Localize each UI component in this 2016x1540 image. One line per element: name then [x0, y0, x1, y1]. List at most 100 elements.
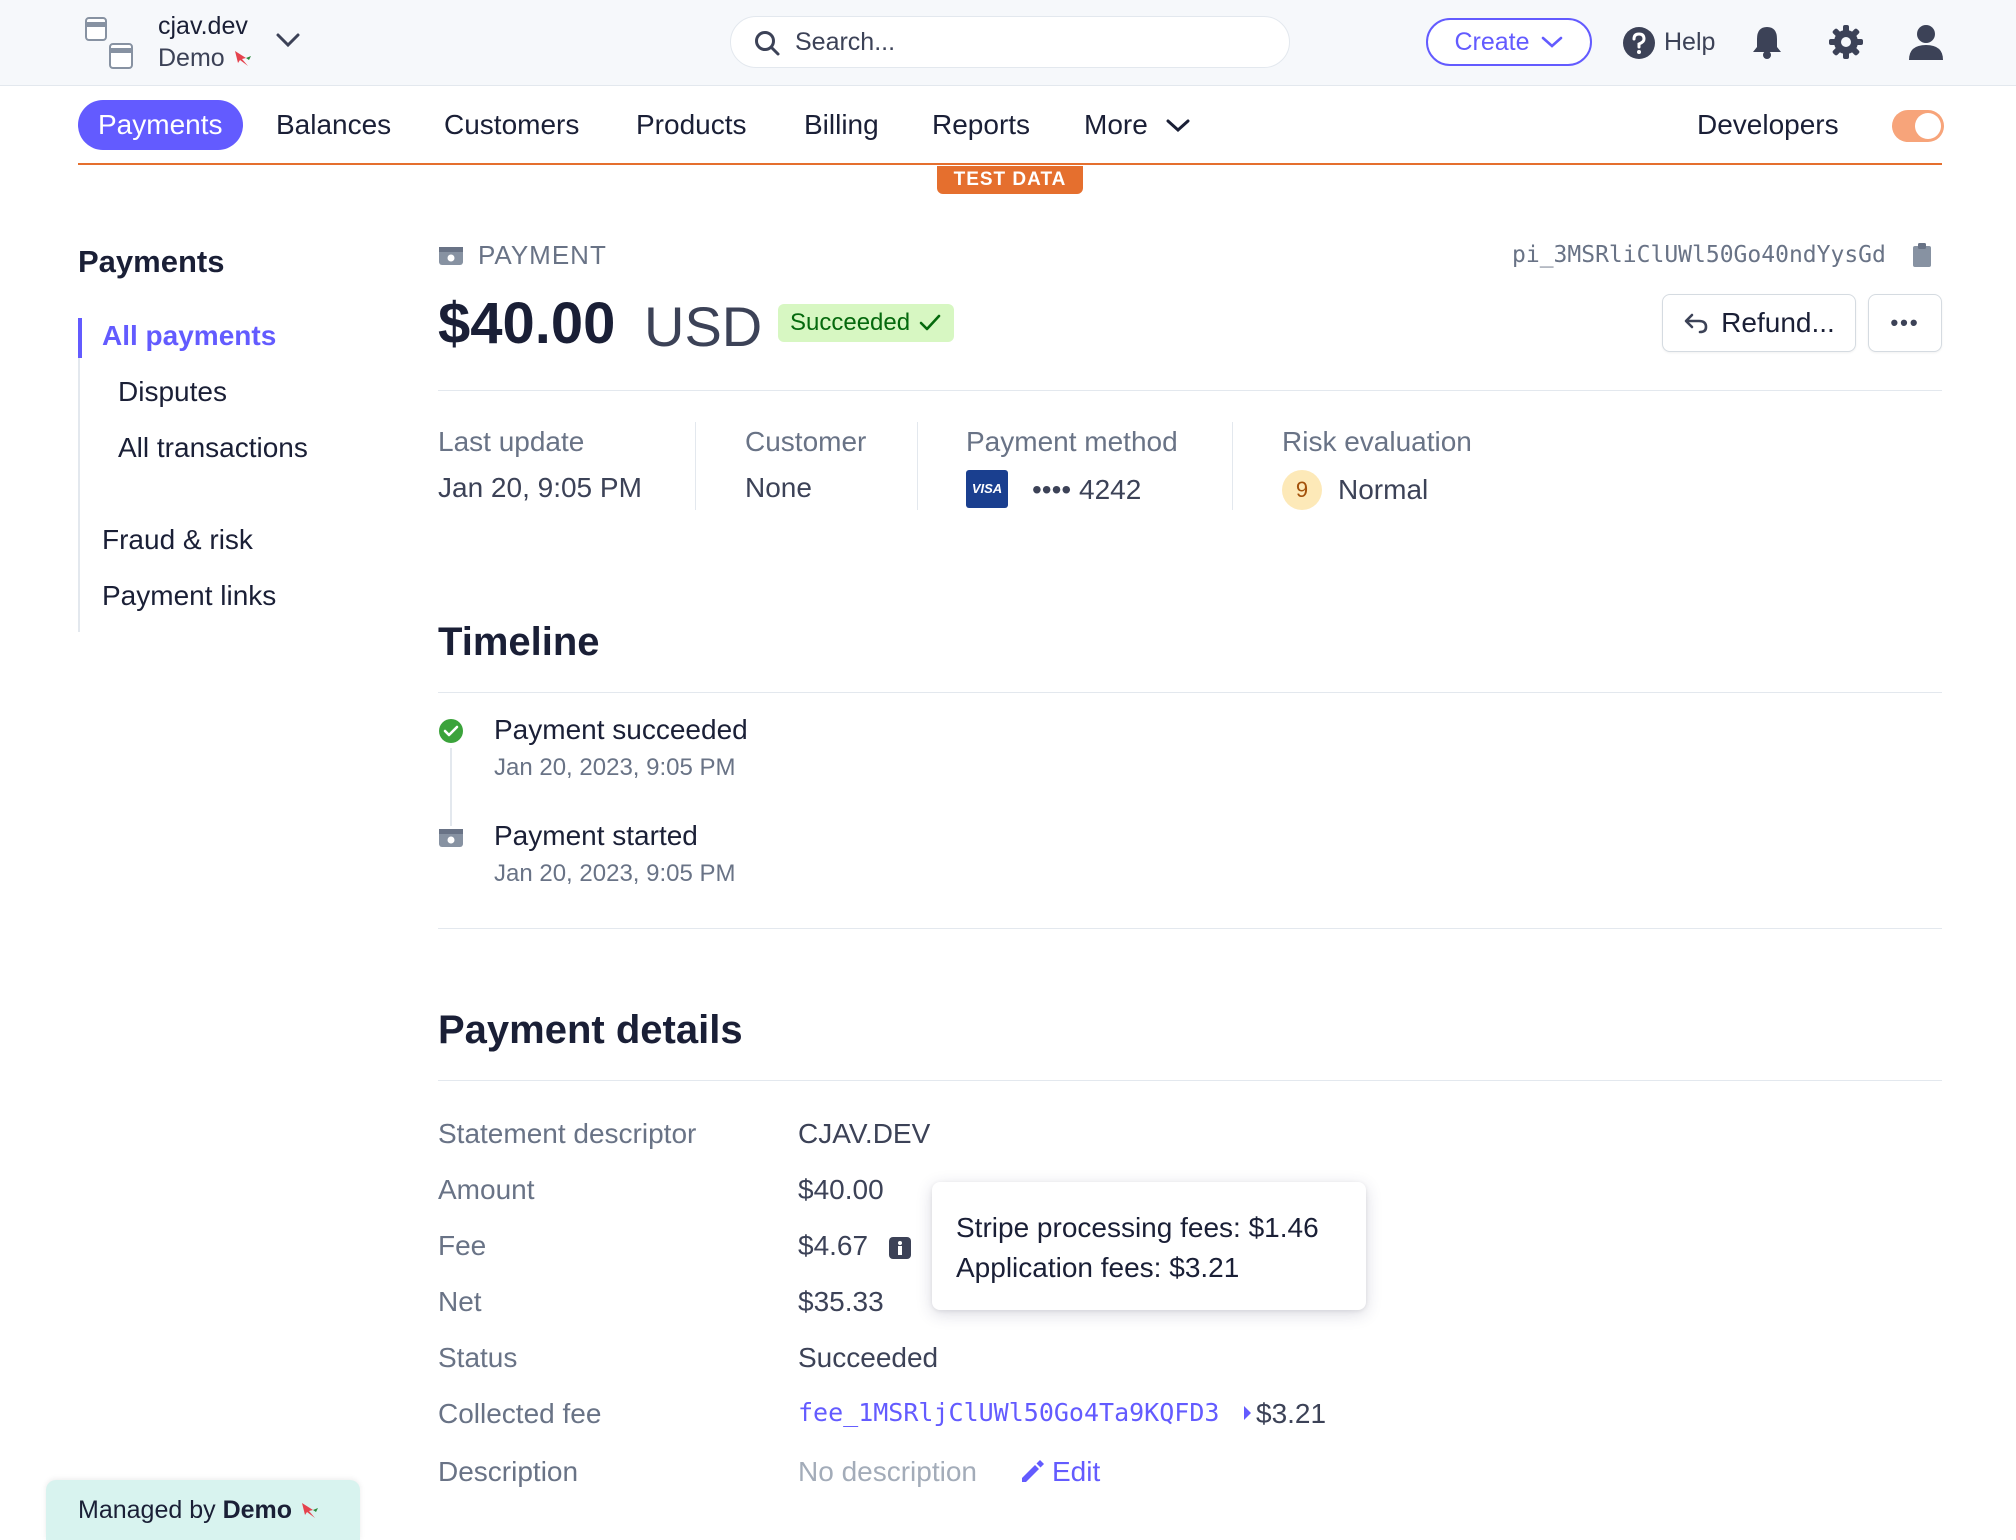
- status-badge-label: Succeeded: [790, 309, 911, 336]
- refund-button[interactable]: Refund...: [1662, 294, 1856, 352]
- nav-payments[interactable]: Payments: [78, 100, 243, 150]
- payment-label: PAYMENT: [478, 240, 607, 270]
- check-circle-icon: [439, 719, 463, 743]
- description-value: No description: [798, 1456, 977, 1487]
- timeline-connector: [450, 748, 452, 826]
- payment-currency: USD: [644, 295, 763, 358]
- bird-icon: [234, 51, 251, 66]
- test-mode-toggle[interactable]: [1892, 110, 1944, 142]
- divider: [438, 1080, 1942, 1081]
- nav-reports[interactable]: Reports: [932, 100, 1030, 150]
- detail-label: Collected fee: [438, 1398, 602, 1429]
- detail-label: Description: [438, 1456, 579, 1487]
- pencil-icon[interactable]: [1018, 1458, 1044, 1484]
- sidebar-item-fraud-risk[interactable]: Fraud & risk: [102, 524, 253, 556]
- card-last4: •••• 4242: [1032, 474, 1142, 505]
- clipboard-icon[interactable]: [1912, 242, 1932, 268]
- user-icon[interactable]: [1906, 22, 1946, 62]
- risk-value: Normal: [1338, 474, 1429, 505]
- top-bar: cjav.dev Demo Create Help: [0, 0, 2016, 86]
- create-label: Create: [1454, 27, 1530, 56]
- bell-icon[interactable]: [1750, 24, 1784, 60]
- divider: [438, 692, 1942, 693]
- detail-label: Fee: [438, 1230, 487, 1261]
- undo-icon: [1684, 313, 1708, 334]
- detail-label: Statement descriptor: [438, 1118, 697, 1149]
- risk-score-badge: 9: [1282, 470, 1322, 510]
- customer-label: Customer: [745, 426, 867, 457]
- nav-developers[interactable]: Developers: [1697, 100, 1839, 150]
- test-data-badge: TEST DATA: [937, 166, 1083, 194]
- managed-by-banner[interactable]: Managed by Demo: [46, 1480, 360, 1540]
- tooltip-arrow: [918, 1236, 932, 1264]
- toggle-knob: [1915, 113, 1941, 139]
- sidebar-active-indicator: [78, 318, 82, 358]
- sidebar-item-all-transactions[interactable]: All transactions: [118, 432, 308, 464]
- nav-balances[interactable]: Balances: [276, 100, 391, 150]
- payment-amount: $40.00: [438, 291, 616, 356]
- payment-method-label: Payment method: [966, 426, 1178, 457]
- bird-icon: [301, 1503, 318, 1518]
- last-update-label: Last update: [438, 426, 585, 457]
- timeline-event-date: Jan 20, 2023, 9:05 PM: [494, 754, 736, 781]
- risk-label: Risk evaluation: [1282, 426, 1472, 457]
- timeline-event-date: Jan 20, 2023, 9:05 PM: [494, 860, 736, 887]
- sidebar-title: Payments: [78, 244, 225, 279]
- collected-fee-amount: $3.21: [1256, 1398, 1327, 1429]
- gear-icon[interactable]: [1828, 24, 1864, 60]
- divider: [438, 928, 1942, 929]
- last-update-value: Jan 20, 9:05 PM: [438, 472, 642, 503]
- help-icon[interactable]: [1622, 26, 1656, 60]
- create-button[interactable]: Create: [1426, 18, 1592, 66]
- payment-details-title: Payment details: [438, 1008, 743, 1052]
- fee-tooltip: Stripe processing fees: $1.46 Applicatio…: [932, 1182, 1366, 1310]
- managed-by-name: Demo: [222, 1496, 293, 1524]
- detail-value: Succeeded: [798, 1342, 939, 1373]
- payment-icon: [439, 829, 463, 847]
- sidebar-item-disputes[interactable]: Disputes: [118, 376, 227, 408]
- summary-separator: [917, 422, 918, 510]
- summary-separator: [695, 422, 696, 510]
- account-mode-label: Demo: [158, 44, 225, 72]
- detail-value: $4.67: [798, 1230, 869, 1261]
- summary-separator: [1232, 422, 1233, 510]
- edit-description-link[interactable]: Edit: [1052, 1456, 1100, 1488]
- search-box[interactable]: [730, 16, 1290, 68]
- managed-by-prefix: Managed by: [78, 1496, 216, 1524]
- nav-customers[interactable]: Customers: [444, 100, 579, 150]
- search-icon: [755, 31, 780, 56]
- account-mode[interactable]: Demo: [158, 44, 254, 73]
- nav-more[interactable]: More: [1084, 100, 1192, 150]
- sidebar-item-all-payments[interactable]: All payments: [102, 320, 276, 352]
- account-name[interactable]: cjav.dev: [158, 12, 248, 41]
- sidebar-item-payment-links[interactable]: Payment links: [102, 580, 276, 612]
- tooltip-line: Stripe processing fees: $1.46: [956, 1212, 1319, 1243]
- chevron-down-icon[interactable]: [274, 30, 302, 50]
- detail-label: Status: [438, 1342, 518, 1373]
- customer-value: None: [745, 472, 812, 503]
- tooltip-line: Application fees: $3.21: [956, 1252, 1240, 1283]
- detail-value: $35.33: [798, 1286, 884, 1317]
- detail-value: CJAV.DEV: [798, 1118, 931, 1149]
- check-icon: [919, 314, 941, 331]
- more-actions-button[interactable]: •••: [1868, 294, 1942, 352]
- visa-icon: VISA: [966, 470, 1008, 508]
- payment-id[interactable]: pi_3MSRliClUWl50Go40ndYysGd: [1512, 242, 1886, 268]
- info-icon[interactable]: [888, 1236, 912, 1260]
- detail-value: $40.00: [798, 1174, 884, 1205]
- detail-label: Amount: [438, 1174, 535, 1205]
- sidebar-rail: [78, 318, 80, 632]
- collected-fee-link[interactable]: fee_1MSRljClUWl50Go4Ta9KQFD3: [798, 1398, 1219, 1427]
- caret-right-icon: [1244, 1406, 1251, 1420]
- refund-label: Refund...: [1721, 307, 1835, 338]
- payment-icon: [439, 247, 463, 265]
- search-input[interactable]: [795, 25, 1265, 59]
- timeline-event-title: Payment started: [494, 820, 698, 851]
- store-icon[interactable]: [78, 14, 140, 74]
- help-label[interactable]: Help: [1664, 28, 1715, 57]
- nav-products[interactable]: Products: [636, 100, 747, 150]
- detail-label: Net: [438, 1286, 482, 1317]
- timeline-title: Timeline: [438, 620, 600, 664]
- nav-billing[interactable]: Billing: [804, 100, 879, 150]
- test-mode-line: [78, 163, 1942, 165]
